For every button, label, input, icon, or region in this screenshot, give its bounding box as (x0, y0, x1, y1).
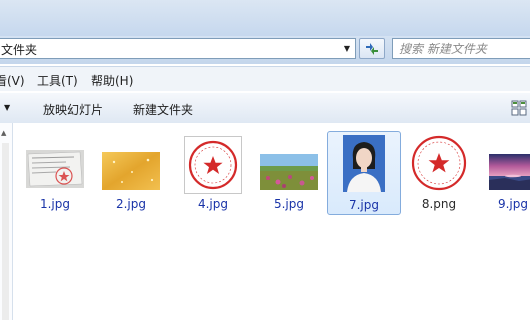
red-seal-thumbnail (411, 135, 467, 191)
menu-view[interactable]: 看(V) (0, 72, 25, 89)
file-item-7-jpg[interactable]: 7.jpg (327, 131, 401, 215)
file-item-9-jpg[interactable]: 9.jpg (477, 132, 530, 214)
address-bar[interactable]: 文件夹 ▼ (0, 38, 356, 59)
sunset-sea-thumbnail (489, 154, 530, 190)
landscape-thumbnail (260, 154, 318, 190)
new-folder-button[interactable]: 新建文件夹 (133, 101, 193, 118)
refresh-button[interactable] (359, 38, 385, 59)
file-item-4-jpg[interactable]: 4.jpg (177, 132, 249, 214)
file-name: 4.jpg (197, 197, 229, 211)
command-bar: ▼ 放映幻灯片 新建文件夹 (0, 92, 530, 124)
address-path: 文件夹 (1, 43, 38, 57)
search-input[interactable] (399, 40, 530, 57)
window-titlebar (0, 0, 530, 36)
file-item-8-png[interactable]: 8.png (403, 132, 475, 214)
portrait-thumbnail (343, 135, 385, 192)
scrollbar[interactable] (2, 143, 9, 320)
file-item-2-jpg[interactable]: 2.jpg (95, 132, 167, 214)
navigation-pane[interactable]: ▲ (0, 123, 13, 320)
file-view: 1.jpg 2.jpg 4.jpg 5.jpg 7.jpg 8.png 9.jp… (13, 123, 530, 320)
file-name: 7.jpg (348, 198, 380, 212)
search-box[interactable] (392, 38, 530, 59)
scroll-up-icon[interactable]: ▲ (1, 129, 6, 137)
address-dropdown-icon[interactable]: ▼ (339, 39, 355, 58)
gold-texture-thumbnail (102, 152, 160, 190)
file-item-5-jpg[interactable]: 5.jpg (253, 132, 325, 214)
file-item-1-jpg[interactable]: 1.jpg (19, 132, 91, 214)
slideshow-button[interactable]: 放映幻灯片 (43, 101, 103, 118)
file-name: 2.jpg (115, 197, 147, 211)
menu-bar: 看(V) 工具(T) 帮助(H) (0, 66, 530, 91)
file-name: 1.jpg (39, 197, 71, 211)
organize-dropdown-icon[interactable]: ▼ (4, 103, 10, 112)
file-name: 8.png (421, 197, 457, 211)
red-seal-thumbnail (184, 136, 242, 194)
refresh-icon (366, 42, 378, 55)
navigation-bar: 文件夹 ▼ (0, 36, 530, 64)
file-name: 9.jpg (497, 197, 529, 211)
menu-help[interactable]: 帮助(H) (91, 72, 133, 89)
change-view-icon[interactable] (511, 100, 527, 116)
document-photo-thumbnail (26, 150, 84, 188)
menu-tools[interactable]: 工具(T) (37, 72, 78, 89)
file-name: 5.jpg (273, 197, 305, 211)
